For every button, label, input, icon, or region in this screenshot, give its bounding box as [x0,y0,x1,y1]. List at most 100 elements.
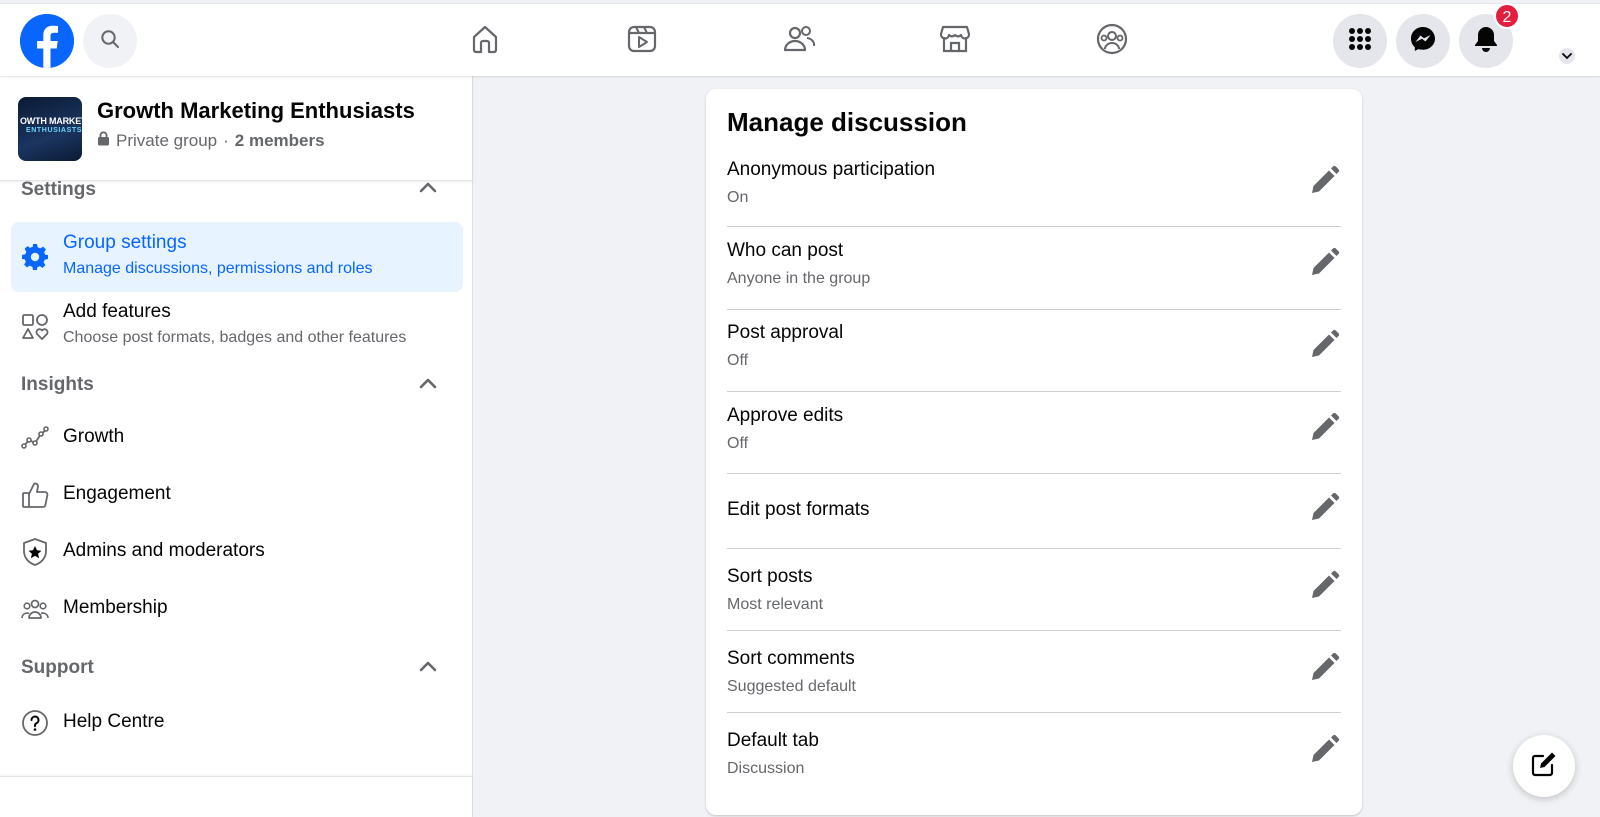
question-circle-icon [20,708,50,738]
sidebar-footer [0,776,472,817]
edit-button[interactable] [1307,247,1341,284]
pencil-icon [1308,329,1340,366]
group-settings-description: Manage discussions, permissions and role… [63,260,373,277]
nav-groups[interactable] [1088,17,1136,65]
add-features-description: Choose post formats, badges and other fe… [63,329,407,346]
setting-label: Default tab [727,730,819,751]
setting-row-sort-comments[interactable]: Sort comments Suggested default [727,631,1341,713]
sidebar-item-help-centre[interactable]: Help Centre [11,695,463,751]
setting-row-who-can-post[interactable]: Who can post Anyone in the group [727,227,1341,310]
search-icon [100,29,120,54]
settings-collapse-toggle[interactable] [416,177,440,201]
edit-button[interactable] [1307,492,1341,529]
facebook-logo-icon[interactable] [20,14,74,68]
sidebar-item-engagement[interactable]: Engagement [11,467,463,523]
membership-label: Membership [63,597,168,618]
group-member-count[interactable]: 2 members [235,131,325,151]
pencil-icon [1308,412,1340,449]
setting-value: Anyone in the group [727,270,871,287]
pencil-icon [1308,165,1340,202]
chevron-up-icon [419,659,437,677]
pencil-icon [1308,247,1340,284]
pencil-icon [1308,570,1340,607]
setting-value: Off [727,352,749,369]
support-collapse-toggle[interactable] [416,656,440,680]
edit-button[interactable] [1307,165,1341,202]
manage-discussion-card: Manage discussion Anonymous participatio… [706,89,1362,815]
search-button[interactable] [83,14,137,68]
chevron-up-icon [419,376,437,394]
group-admin-sidebar: OWTH MARKETI ENTHUSIASTS Growth Marketin… [0,76,473,817]
group-privacy: Private group [116,131,218,150]
lock-icon [97,131,110,151]
setting-row-post-approval[interactable]: Post approval Off [727,310,1341,392]
group-header: OWTH MARKETI ENTHUSIASTS Growth Marketin… [0,76,472,181]
card-title: Manage discussion [727,107,967,137]
setting-value: Off [727,435,749,452]
marketplace-icon [938,23,972,60]
settings-section-heading: Settings [21,179,96,200]
shield-star-icon [20,537,50,567]
chevron-down-icon [1562,47,1572,65]
edit-button[interactable] [1307,329,1341,366]
setting-row-approve-edits[interactable]: Approve edits Off [727,392,1341,474]
nav-friends[interactable] [775,17,823,65]
nav-marketplace[interactable] [931,17,979,65]
setting-label: Who can post [727,240,844,261]
setting-value: Discussion [727,760,805,777]
nav-video[interactable] [618,17,666,65]
account-menu-chevron[interactable] [1557,46,1577,66]
meta-separator: · [223,131,229,150]
group-cover-thumbnail[interactable]: OWTH MARKETI ENTHUSIASTS [18,97,82,161]
setting-label: Edit post formats [727,499,870,520]
pencil-icon [1308,492,1340,529]
setting-row-sort-posts[interactable]: Sort posts Most relevant [727,549,1341,631]
sidebar-item-group-settings[interactable]: Group settings Manage discussions, permi… [11,222,463,292]
edit-button[interactable] [1307,412,1341,449]
video-icon [626,23,658,60]
edit-button[interactable] [1307,734,1341,771]
edit-button[interactable] [1307,652,1341,689]
sidebar-item-membership[interactable]: Membership [11,581,463,637]
growth-chart-icon [20,423,50,453]
insights-collapse-toggle[interactable] [416,373,440,397]
add-features-label: Add features [63,301,171,322]
support-section-heading: Support [21,657,94,678]
shapes-icon [20,312,50,342]
engagement-label: Engagement [63,483,171,504]
nav-home[interactable] [461,17,509,65]
new-message-button[interactable] [1513,735,1575,797]
setting-label: Sort comments [727,648,855,669]
chevron-up-icon [419,180,437,198]
edit-button[interactable] [1307,570,1341,607]
setting-value: Most relevant [727,596,824,613]
group-thumb-text: OWTH MARKETI [20,116,82,126]
thumbs-up-icon [20,480,50,510]
pencil-icon [1308,734,1340,771]
setting-row-anonymous-participation[interactable]: Anonymous participation On [727,157,1341,227]
menu-button[interactable] [1333,14,1387,68]
messenger-icon [1409,25,1437,58]
home-icon [469,23,501,60]
setting-label: Sort posts [727,566,813,587]
pencil-icon [1308,652,1340,689]
sidebar-item-growth[interactable]: Growth [11,410,463,466]
admins-moderators-label: Admins and moderators [63,540,265,561]
messenger-button[interactable] [1396,14,1450,68]
help-centre-label: Help Centre [63,711,165,732]
sidebar-item-admins-moderators[interactable]: Admins and moderators [11,524,463,580]
menu-grid-icon [1348,27,1372,56]
compose-icon [1530,750,1558,783]
setting-value: Suggested default [727,678,856,695]
setting-label: Post approval [727,322,844,343]
people-group-icon [20,594,50,624]
group-name[interactable]: Growth Marketing Enthusiasts [97,98,415,124]
bell-icon [1473,25,1499,58]
group-settings-label: Group settings [63,232,187,253]
groups-icon [1095,22,1129,61]
setting-row-default-tab[interactable]: Default tab Discussion [727,713,1341,795]
sidebar-item-add-features[interactable]: Add features Choose post formats, badges… [11,292,463,362]
insights-section-heading: Insights [21,374,94,395]
growth-label: Growth [63,426,125,447]
setting-row-edit-post-formats[interactable]: Edit post formats [727,474,1341,549]
